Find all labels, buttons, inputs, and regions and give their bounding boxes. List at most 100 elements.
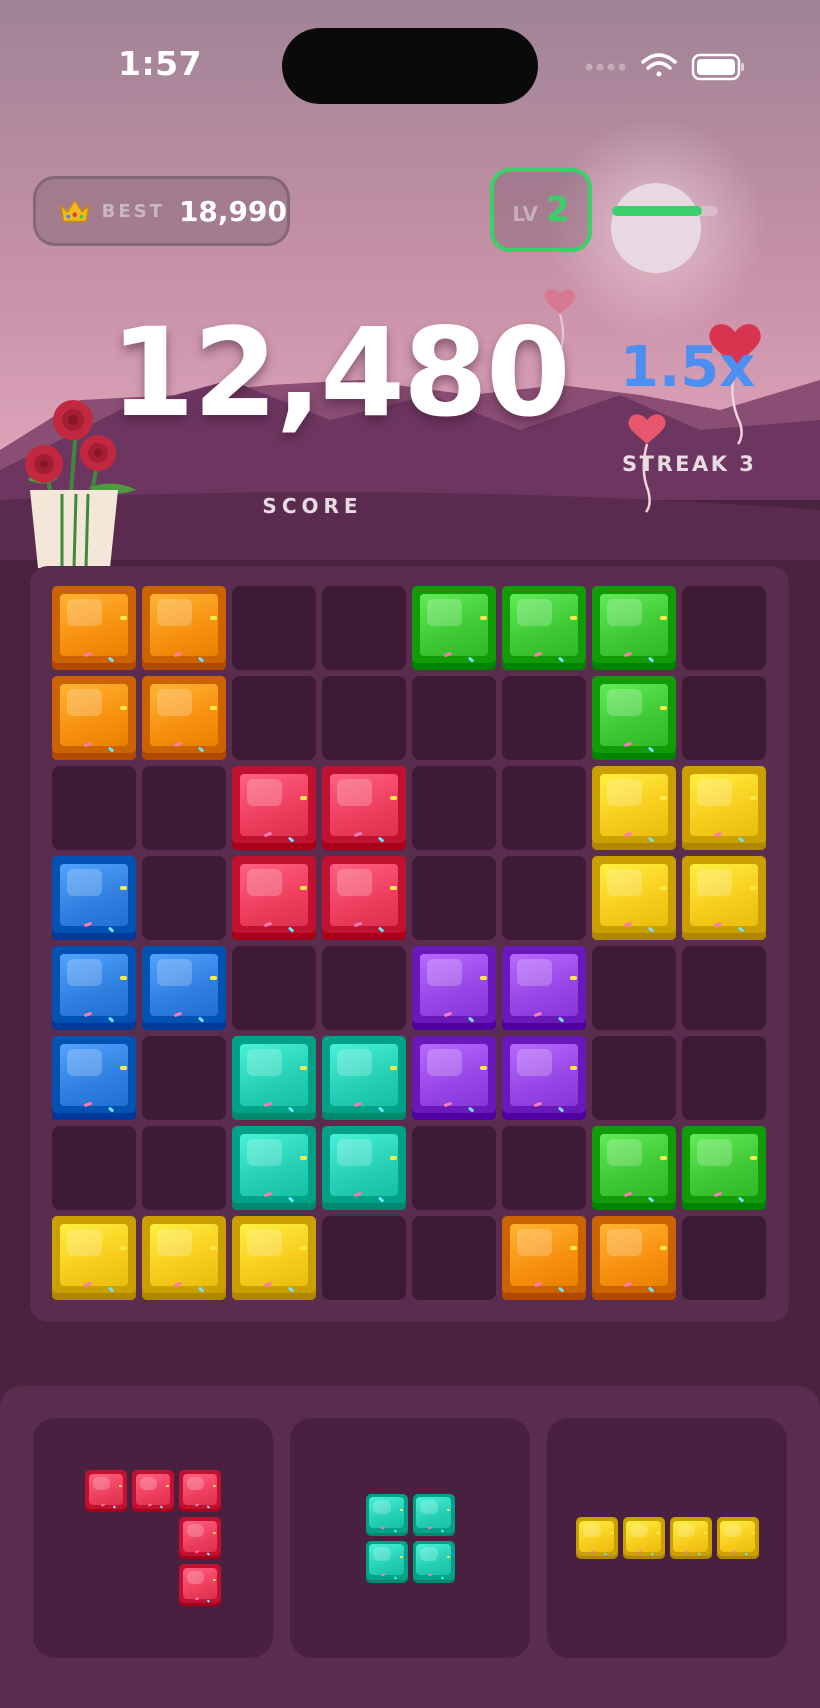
red-gem-block (132, 1470, 174, 1512)
streak-label: STREAK 3 (622, 452, 757, 476)
yellow-gem-block (716, 1517, 759, 1559)
empty-board-cell[interactable] (502, 676, 586, 760)
empty-board-cell[interactable] (142, 1126, 226, 1210)
green-gem-block (682, 1126, 766, 1210)
blue-gem-block (52, 1036, 136, 1120)
level-number: 2 (545, 190, 570, 230)
empty-board-cell[interactable] (232, 676, 316, 760)
status-icons (585, 53, 744, 81)
empty-board-cell[interactable] (682, 586, 766, 670)
empty-board-cell[interactable] (682, 1216, 766, 1300)
empty-board-cell[interactable] (232, 586, 316, 670)
red-gem-block (322, 856, 406, 940)
empty-board-cell[interactable] (322, 946, 406, 1030)
empty-board-cell[interactable] (682, 676, 766, 760)
green-gem-block (592, 676, 676, 760)
orange-gem-block (592, 1216, 676, 1300)
empty-board-cell[interactable] (322, 676, 406, 760)
blue-gem-block (52, 856, 136, 940)
empty-board-cell[interactable] (592, 1036, 676, 1120)
level-prefix: LV (512, 202, 538, 226)
blue-gem-block (52, 946, 136, 1030)
empty-board-cell[interactable] (52, 766, 136, 850)
empty-board-cell[interactable] (412, 1126, 496, 1210)
green-gem-block (502, 586, 586, 670)
moon-icon (611, 183, 701, 273)
green-gem-block (592, 586, 676, 670)
combo-multiplier: 1.5x (620, 335, 756, 400)
empty-board-cell[interactable] (682, 1036, 766, 1120)
yellow-gem-block (142, 1216, 226, 1300)
purple-gem-block (412, 946, 496, 1030)
game-board[interactable] (30, 566, 789, 1322)
signal-dots-icon (585, 63, 626, 71)
red-gem-block (179, 1564, 221, 1606)
crown-icon (59, 199, 90, 222)
yellow-gem-block (575, 1517, 618, 1559)
orange-gem-block (502, 1216, 586, 1300)
red-gem-block (85, 1470, 127, 1512)
battery-icon (691, 53, 744, 81)
teal-gem-block (322, 1126, 406, 1210)
score-value: 12,480 (110, 302, 571, 444)
level-badge: LV 2 (490, 168, 592, 252)
yellow-gem-block (592, 766, 676, 850)
orange-gem-block (52, 586, 136, 670)
yellow-gem-block (669, 1517, 712, 1559)
empty-board-cell[interactable] (502, 1126, 586, 1210)
purple-gem-block (412, 1036, 496, 1120)
empty-board-cell[interactable] (412, 856, 496, 940)
yellow-gem-block (52, 1216, 136, 1300)
wifi-icon (641, 53, 677, 77)
orange-gem-block (52, 676, 136, 760)
tray-slot-3[interactable] (547, 1418, 787, 1658)
teal-gem-block (412, 1493, 455, 1536)
empty-board-cell[interactable] (502, 856, 586, 940)
yellow-gem-block (682, 766, 766, 850)
tray-slot-2[interactable] (290, 1418, 530, 1658)
red-gem-block (322, 766, 406, 850)
empty-board-cell[interactable] (412, 766, 496, 850)
red-gem-block (179, 1470, 221, 1512)
score-label: SCORE (262, 494, 363, 518)
empty-board-cell[interactable] (412, 676, 496, 760)
empty-board-cell[interactable] (592, 946, 676, 1030)
empty-board-cell[interactable] (502, 766, 586, 850)
empty-board-cell[interactable] (232, 946, 316, 1030)
empty-board-cell[interactable] (142, 766, 226, 850)
level-progress-fill (612, 206, 703, 216)
red-gem-block (232, 766, 316, 850)
tray-slot-1[interactable] (33, 1418, 273, 1658)
status-time: 1:57 (118, 44, 203, 83)
yellow-gem-block (232, 1216, 316, 1300)
empty-board-cell[interactable] (52, 1126, 136, 1210)
green-gem-block (592, 1126, 676, 1210)
blue-gem-block (142, 946, 226, 1030)
teal-gem-block (365, 1540, 408, 1583)
empty-board-cell[interactable] (322, 1216, 406, 1300)
empty-board-cell[interactable] (682, 946, 766, 1030)
empty-board-cell[interactable] (412, 1216, 496, 1300)
orange-gem-block (142, 676, 226, 760)
red-gem-block (179, 1517, 221, 1559)
yellow-gem-block (682, 856, 766, 940)
yellow-gem-block (622, 1517, 665, 1559)
teal-gem-block (412, 1540, 455, 1583)
teal-gem-block (365, 1493, 408, 1536)
teal-gem-block (232, 1036, 316, 1120)
teal-gem-block (322, 1036, 406, 1120)
empty-board-cell[interactable] (142, 856, 226, 940)
best-label: BEST (101, 200, 165, 222)
best-score-pill: BEST 18,990 (33, 176, 290, 246)
level-progress-bar (612, 206, 718, 216)
orange-gem-block (142, 586, 226, 670)
teal-gem-block (232, 1126, 316, 1210)
purple-gem-block (502, 946, 586, 1030)
empty-board-cell[interactable] (142, 1036, 226, 1120)
green-gem-block (412, 586, 496, 670)
dynamic-island (282, 28, 538, 104)
red-gem-block (232, 856, 316, 940)
yellow-gem-block (592, 856, 676, 940)
best-value: 18,990 (178, 194, 287, 228)
empty-board-cell[interactable] (322, 586, 406, 670)
